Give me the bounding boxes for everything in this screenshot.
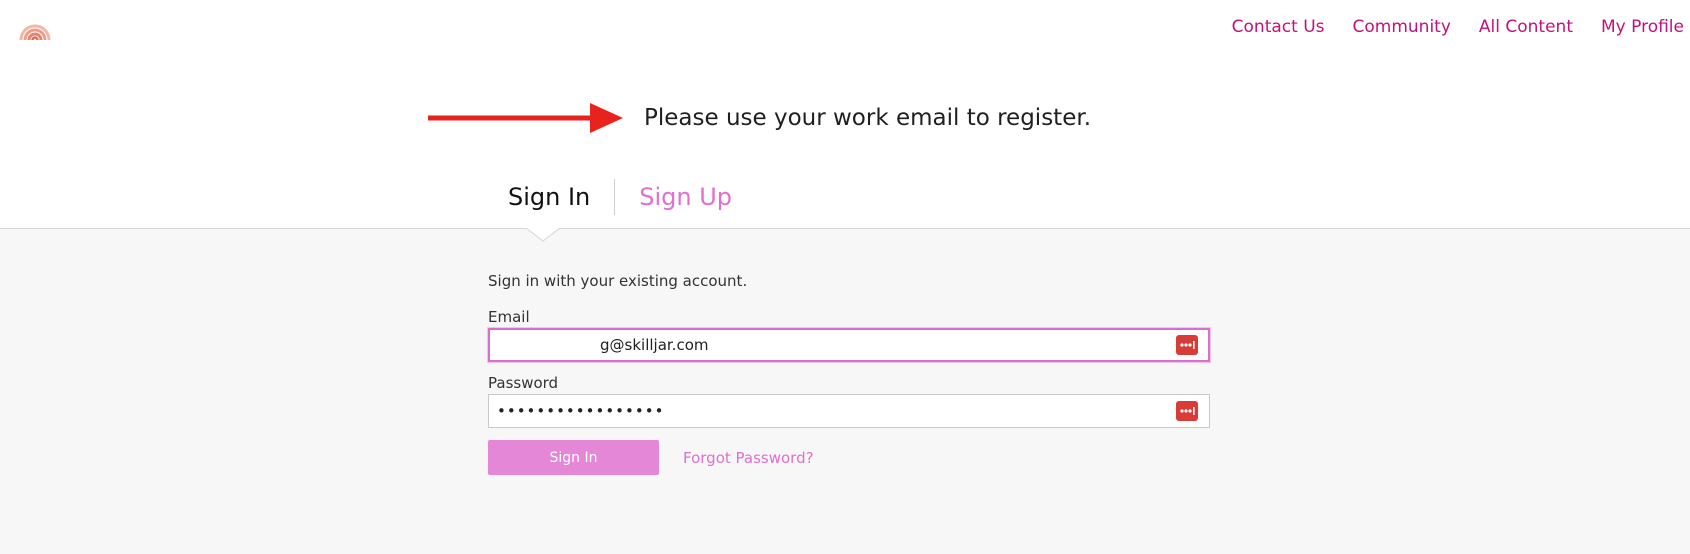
nav-community[interactable]: Community	[1353, 17, 1451, 37]
email-field-wrap	[488, 328, 1210, 362]
primary-nav: Contact Us Community All Content My Prof…	[1232, 17, 1684, 37]
password-manager-icon[interactable]	[1176, 335, 1198, 355]
sign-in-button[interactable]: Sign In	[488, 440, 659, 475]
nav-all-content[interactable]: All Content	[1479, 17, 1573, 37]
auth-tabs: Sign In Sign Up	[508, 179, 732, 215]
password-field-wrap	[488, 394, 1210, 428]
password-label: Password	[488, 374, 559, 392]
tab-sign-up[interactable]: Sign Up	[639, 183, 732, 211]
email-field[interactable]	[488, 328, 1210, 362]
password-field[interactable]	[488, 394, 1210, 428]
top-navbar: Contact Us Community All Content My Prof…	[0, 0, 1690, 57]
form-actions: Sign In Forgot Password?	[488, 440, 1210, 475]
register-notice: Please use your work email to register.	[644, 105, 1092, 131]
arrow-right-icon	[428, 103, 623, 133]
tab-sign-in[interactable]: Sign In	[508, 183, 590, 211]
active-tab-pointer	[526, 228, 560, 242]
tab-divider	[614, 179, 616, 215]
nav-my-profile[interactable]: My Profile	[1601, 17, 1684, 37]
password-manager-icon[interactable]	[1176, 401, 1198, 421]
sign-in-form: Sign in with your existing account. Emai…	[488, 272, 1210, 475]
forgot-password-link[interactable]: Forgot Password?	[683, 449, 814, 467]
rainbow-logo[interactable]	[18, 16, 52, 42]
auth-header: Please use your work email to register. …	[0, 57, 1690, 229]
sign-in-intro: Sign in with your existing account.	[488, 272, 748, 290]
email-label: Email	[488, 308, 530, 326]
nav-contact-us[interactable]: Contact Us	[1232, 17, 1325, 37]
